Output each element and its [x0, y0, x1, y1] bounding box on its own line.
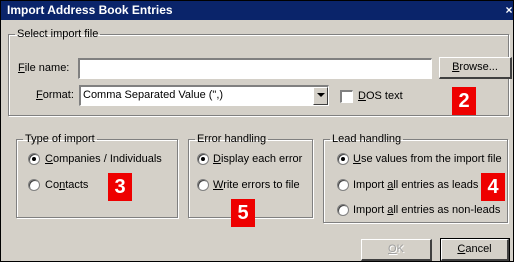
file-name-label: File name: — [18, 62, 70, 74]
select-import-file-legend: Select import file — [17, 28, 99, 40]
cancel-button[interactable]: Cancel — [440, 238, 510, 261]
display-each-error-label: Display each error — [213, 153, 303, 165]
import-all-as-non-leads-label: Import all entries as non-leads — [353, 204, 501, 216]
file-name-input[interactable] — [78, 58, 432, 79]
close-icon[interactable]: × — [502, 1, 513, 20]
lead-handling-legend: Lead handling — [332, 133, 402, 145]
dos-text-label: DOS text — [358, 90, 403, 102]
write-errors-to-file-label: Write errors to file — [213, 179, 300, 191]
format-label: Format: — [36, 89, 74, 101]
chevron-down-icon[interactable] — [313, 87, 328, 105]
error-handling-legend: Error handling — [197, 133, 267, 145]
import-all-as-leads-label: Import all entries as leads — [353, 179, 479, 191]
callout-badge-4: 4 — [481, 173, 505, 201]
format-value: Comma Separated Value (",) — [83, 89, 224, 101]
callout-badge-2: 2 — [452, 87, 476, 115]
radio-import-all-as-non-leads[interactable] — [337, 204, 349, 216]
companies-individuals-label: Companies / Individuals — [45, 153, 162, 165]
radio-use-values-from-import-file[interactable] — [337, 153, 349, 165]
title-bar: Import Address Book Entries × — [1, 1, 513, 20]
callout-badge-5: 5 — [231, 199, 255, 227]
type-of-import-group: Type of import — [16, 133, 178, 218]
import-address-book-dialog: Import Address Book Entries × Select imp… — [0, 0, 514, 262]
use-values-label: Use values from the import file — [353, 153, 502, 165]
type-of-import-legend: Type of import — [25, 133, 95, 145]
radio-contacts[interactable] — [28, 179, 40, 191]
ok-button[interactable]: OK — [361, 239, 432, 261]
radio-write-errors-to-file[interactable] — [197, 179, 209, 191]
callout-badge-3: 3 — [108, 173, 132, 201]
radio-display-each-error[interactable] — [197, 153, 209, 165]
dialog-title: Import Address Book Entries — [7, 3, 173, 17]
contacts-label: Contacts — [45, 179, 89, 191]
dos-text-checkbox[interactable] — [340, 90, 353, 103]
browse-button[interactable]: Browse... — [439, 57, 512, 79]
radio-companies-individuals[interactable] — [28, 153, 40, 165]
format-select[interactable]: Comma Separated Value (",) — [79, 85, 329, 106]
radio-import-all-as-leads[interactable] — [337, 179, 349, 191]
